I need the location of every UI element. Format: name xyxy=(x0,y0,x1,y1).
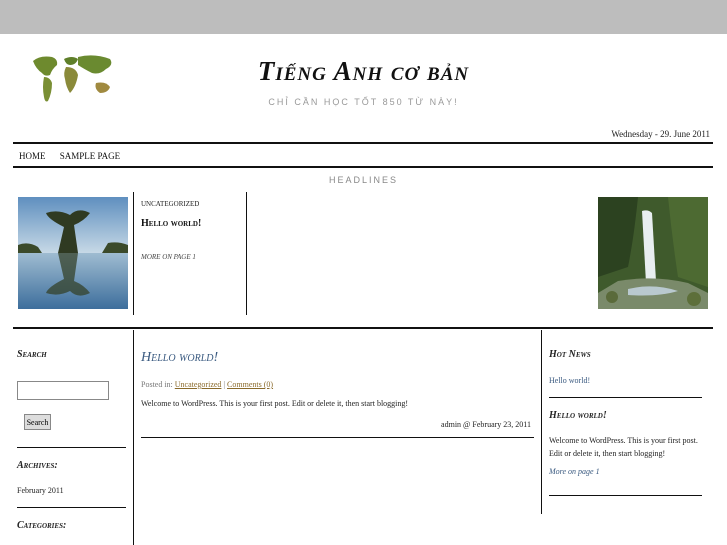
headline-divider-right xyxy=(246,192,247,315)
site-title[interactable]: Tiếng Anh cơ bản xyxy=(0,56,727,87)
post-category-link[interactable]: Uncategorized xyxy=(175,380,222,389)
headlines-bottom-divider xyxy=(13,327,713,329)
post-byline: admin @ February 23, 2011 xyxy=(441,420,531,429)
search-input[interactable] xyxy=(17,381,109,400)
header-divider xyxy=(13,142,713,144)
headline-divider-left xyxy=(133,192,134,315)
sidebar-divider-2 xyxy=(17,507,126,508)
post-comments-link[interactable]: Comments (0) xyxy=(227,380,273,389)
top-bar xyxy=(0,0,727,34)
archive-link-february-2011[interactable]: February 2011 xyxy=(17,486,64,495)
hot-news-item[interactable]: Hello world! xyxy=(549,376,590,385)
right-divider-1 xyxy=(549,397,702,398)
sidebar-divider-1 xyxy=(17,447,126,448)
search-heading: Search xyxy=(17,349,47,360)
headline-title[interactable]: Hello world! xyxy=(141,218,201,229)
nav-divider xyxy=(13,166,713,168)
hot-news-heading: Hot News xyxy=(549,349,591,360)
widget-more-link[interactable]: More on page 1 xyxy=(549,467,600,476)
headline-image-waterfall[interactable] xyxy=(598,197,708,309)
posted-in-label: Posted in: xyxy=(141,380,173,389)
site-tagline: CHỈ CẦN HỌC TỐT 850 TỪ NÀY! xyxy=(268,97,459,107)
headlines-label: HEADLINES xyxy=(328,175,399,185)
categories-heading: Categories: xyxy=(17,520,67,531)
current-date: Wednesday - 29. June 2011 xyxy=(611,129,710,139)
post-divider xyxy=(141,437,534,438)
archives-heading: Archives: xyxy=(17,460,58,471)
post-title[interactable]: Hello world! xyxy=(141,350,218,366)
search-button[interactable]: Search xyxy=(24,414,51,430)
main-nav: HOME SAMPLE PAGE xyxy=(19,151,132,161)
left-column-divider xyxy=(133,330,134,545)
right-divider-2 xyxy=(549,495,702,496)
headline-more-link[interactable]: MORE ON PAGE 1 xyxy=(141,253,196,261)
post-body: Welcome to WordPress. This is your first… xyxy=(141,399,409,408)
right-column-divider xyxy=(541,330,542,514)
headline-image-lake[interactable] xyxy=(18,197,128,309)
nav-home[interactable]: HOME xyxy=(19,151,46,161)
meta-separator: | xyxy=(223,380,226,389)
widget-heading[interactable]: Hello world! xyxy=(549,410,607,421)
headline-category[interactable]: UNCATEGORIZED xyxy=(141,200,199,208)
post-meta: Posted in: Uncategorized | Comments (0) xyxy=(141,380,273,389)
widget-body: Welcome to WordPress. This is your first… xyxy=(549,436,698,458)
nav-sample-page[interactable]: SAMPLE PAGE xyxy=(60,151,120,161)
